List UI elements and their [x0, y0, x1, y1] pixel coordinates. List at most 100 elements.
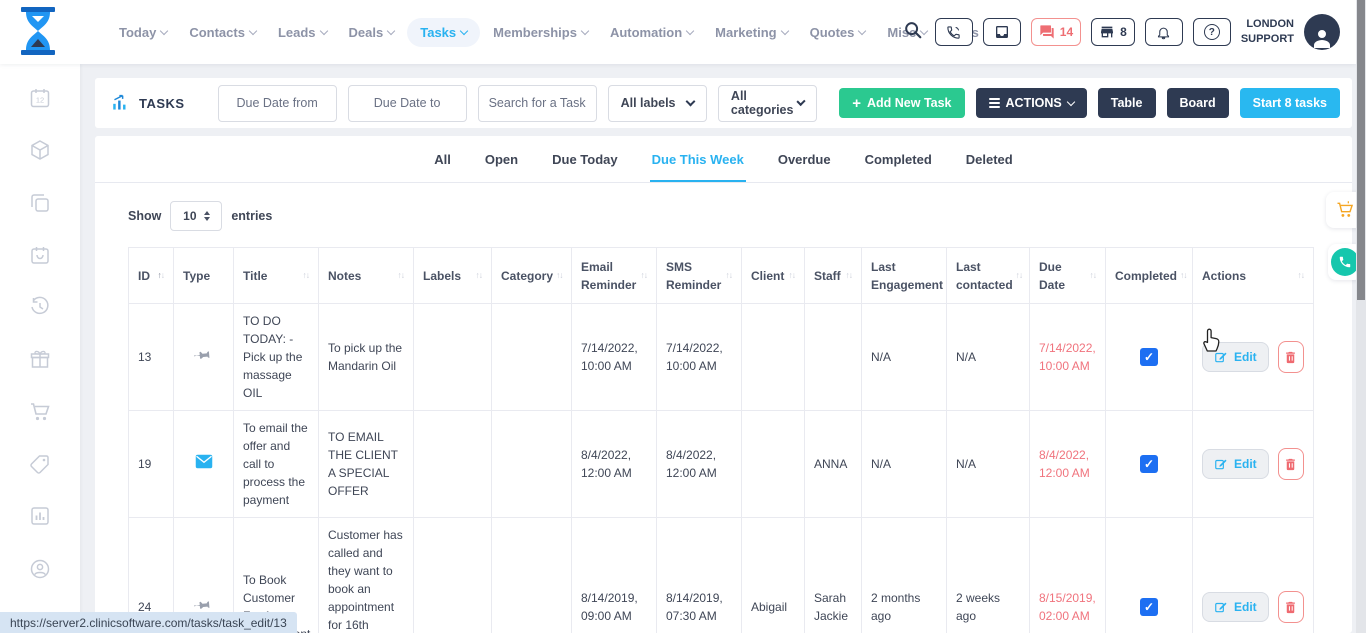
cell-notes: To pick up the Mandarin Oil — [319, 304, 414, 411]
tab-due-today[interactable]: Due Today — [550, 152, 620, 182]
col-last-contacted[interactable]: Last contacted↑↓ — [947, 248, 1030, 304]
nav-item-memberships[interactable]: Memberships — [484, 18, 597, 47]
due-date-from-input[interactable] — [218, 85, 337, 122]
edit-button[interactable]: Edit — [1202, 592, 1269, 622]
nav-item-deals[interactable]: Deals — [340, 18, 404, 47]
cell-type — [174, 411, 234, 518]
nav-item-automation[interactable]: Automation — [601, 18, 702, 47]
inbox-button[interactable] — [983, 18, 1021, 46]
app-logo[interactable] — [18, 6, 58, 61]
board-view-button[interactable]: Board — [1167, 88, 1229, 118]
nav-item-quotes[interactable]: Quotes — [801, 18, 875, 47]
edit-button[interactable]: Edit — [1202, 449, 1269, 479]
col-sms-reminder[interactable]: SMS Reminder↑↓ — [657, 248, 742, 304]
col-staff[interactable]: Staff↑↓ — [805, 248, 862, 304]
sidebar-item-package[interactable] — [27, 138, 53, 162]
col-email-reminder[interactable]: Email Reminder↑↓ — [572, 248, 657, 304]
cell-category — [492, 411, 572, 518]
sidebar-item-account[interactable] — [27, 556, 53, 580]
avatar[interactable] — [1304, 14, 1340, 50]
cell-actions: Edit — [1193, 411, 1314, 518]
task-search-input[interactable] — [478, 85, 597, 122]
bar-chart-icon — [28, 504, 52, 528]
col-completed[interactable]: Completed↑↓ — [1106, 248, 1193, 304]
delete-button[interactable] — [1278, 448, 1304, 480]
table-row: 19 To email the offer and call to proces… — [129, 411, 1314, 518]
envelope-icon — [195, 454, 213, 469]
hourglass-logo-icon — [18, 6, 58, 56]
sort-desc-icon: ↓ — [161, 270, 164, 280]
sidebar-item-copy[interactable] — [27, 191, 53, 215]
nav-item-marketing[interactable]: Marketing — [706, 18, 796, 47]
completed-checkbox[interactable]: ✓ — [1140, 598, 1158, 616]
trash-icon — [1283, 457, 1298, 472]
col-title[interactable]: Title↑↓ — [234, 248, 319, 304]
delete-button[interactable] — [1278, 591, 1304, 623]
due-date-to-input[interactable] — [348, 85, 467, 122]
chevron-down-icon — [780, 26, 788, 34]
cell-labels — [414, 304, 492, 411]
tab-overdue[interactable]: Overdue — [776, 152, 833, 182]
table-row: 13 TO DO TODAY: - Pick up the massage OI… — [129, 304, 1314, 411]
sidebar-item-calendar[interactable]: 12 — [27, 86, 53, 110]
nav-item-today[interactable]: Today — [110, 18, 176, 47]
help-button[interactable]: ? — [1193, 18, 1231, 46]
col-category[interactable]: Category↑↓ — [492, 248, 572, 304]
cell-labels — [414, 411, 492, 518]
categories-filter-select[interactable]: All categories — [718, 85, 817, 122]
sidebar-item-history[interactable] — [27, 295, 53, 319]
sidebar-item-reports[interactable] — [27, 504, 53, 528]
sidebar-item-appointments[interactable] — [27, 243, 53, 267]
notifications-button[interactable] — [1145, 18, 1183, 46]
sidebar-item-gift[interactable] — [27, 347, 53, 371]
page-size-control: Show 10 entries — [128, 201, 1352, 231]
chat-button[interactable]: 14 — [1031, 18, 1081, 46]
tab-open[interactable]: Open — [483, 152, 520, 182]
svg-text:12: 12 — [36, 96, 44, 105]
appointment-calendar-icon — [28, 243, 52, 267]
nav-item-tasks[interactable]: Tasks — [407, 18, 480, 47]
scrollbar-thumb[interactable] — [1357, 0, 1365, 300]
col-labels[interactable]: Labels↑↓ — [414, 248, 492, 304]
person-icon — [1310, 26, 1334, 50]
nav-item-contacts[interactable]: Contacts — [180, 18, 265, 47]
tab-all[interactable]: All — [432, 152, 453, 182]
add-new-task-button[interactable]: +Add New Task — [839, 88, 964, 118]
sidebar-item-cart[interactable] — [27, 400, 53, 424]
table-view-button[interactable]: Table — [1098, 88, 1156, 118]
labels-filter-select[interactable]: All labels — [608, 85, 707, 122]
col-actions[interactable]: Actions↑↓ — [1193, 248, 1314, 304]
sidebar-item-tag[interactable] — [27, 452, 53, 476]
phone-circle — [1331, 248, 1359, 276]
edit-button[interactable]: Edit — [1202, 342, 1269, 372]
page-size-select[interactable]: 10 — [170, 201, 222, 231]
top-bar: Today Contacts Leads Deals Tasks Members… — [0, 0, 1356, 64]
tab-due-this-week[interactable]: Due This Week — [650, 152, 746, 182]
search-icon[interactable] — [903, 20, 923, 45]
start-tasks-button[interactable]: Start 8 tasks — [1240, 88, 1340, 118]
tab-deleted[interactable]: Deleted — [964, 152, 1015, 182]
tasks-toolbar: TASKS All labels All categories +Add New… — [95, 78, 1352, 128]
col-due-date[interactable]: Due Date↑↓ — [1030, 248, 1106, 304]
col-notes[interactable]: Notes↑↓ — [319, 248, 414, 304]
completed-checkbox[interactable]: ✓ — [1140, 455, 1158, 473]
col-last-engagement[interactable]: Last Engagement — [862, 248, 947, 304]
store-button[interactable]: 8 — [1091, 18, 1135, 46]
cell-type — [174, 304, 234, 411]
nav-item-leads[interactable]: Leads — [269, 18, 336, 47]
check-icon: ✓ — [1144, 598, 1154, 616]
cell-email-reminder: 8/4/2022, 12:00 AM — [572, 411, 657, 518]
cart-icon — [1335, 200, 1355, 220]
delete-button[interactable] — [1278, 341, 1304, 373]
cell-id: 19 — [129, 411, 174, 518]
completed-checkbox[interactable]: ✓ — [1140, 348, 1158, 366]
list-icon — [989, 98, 1000, 108]
actions-button[interactable]: ACTIONS — [976, 88, 1087, 118]
tab-completed[interactable]: Completed — [863, 152, 934, 182]
phone-button[interactable] — [935, 18, 973, 46]
chat-count-badge: 14 — [1060, 25, 1073, 39]
col-client[interactable]: Client↑↓ — [742, 248, 805, 304]
col-id[interactable]: ID↑↓ — [129, 248, 174, 304]
cell-client: Abigail — [742, 518, 805, 633]
col-type[interactable]: Type — [174, 248, 234, 304]
